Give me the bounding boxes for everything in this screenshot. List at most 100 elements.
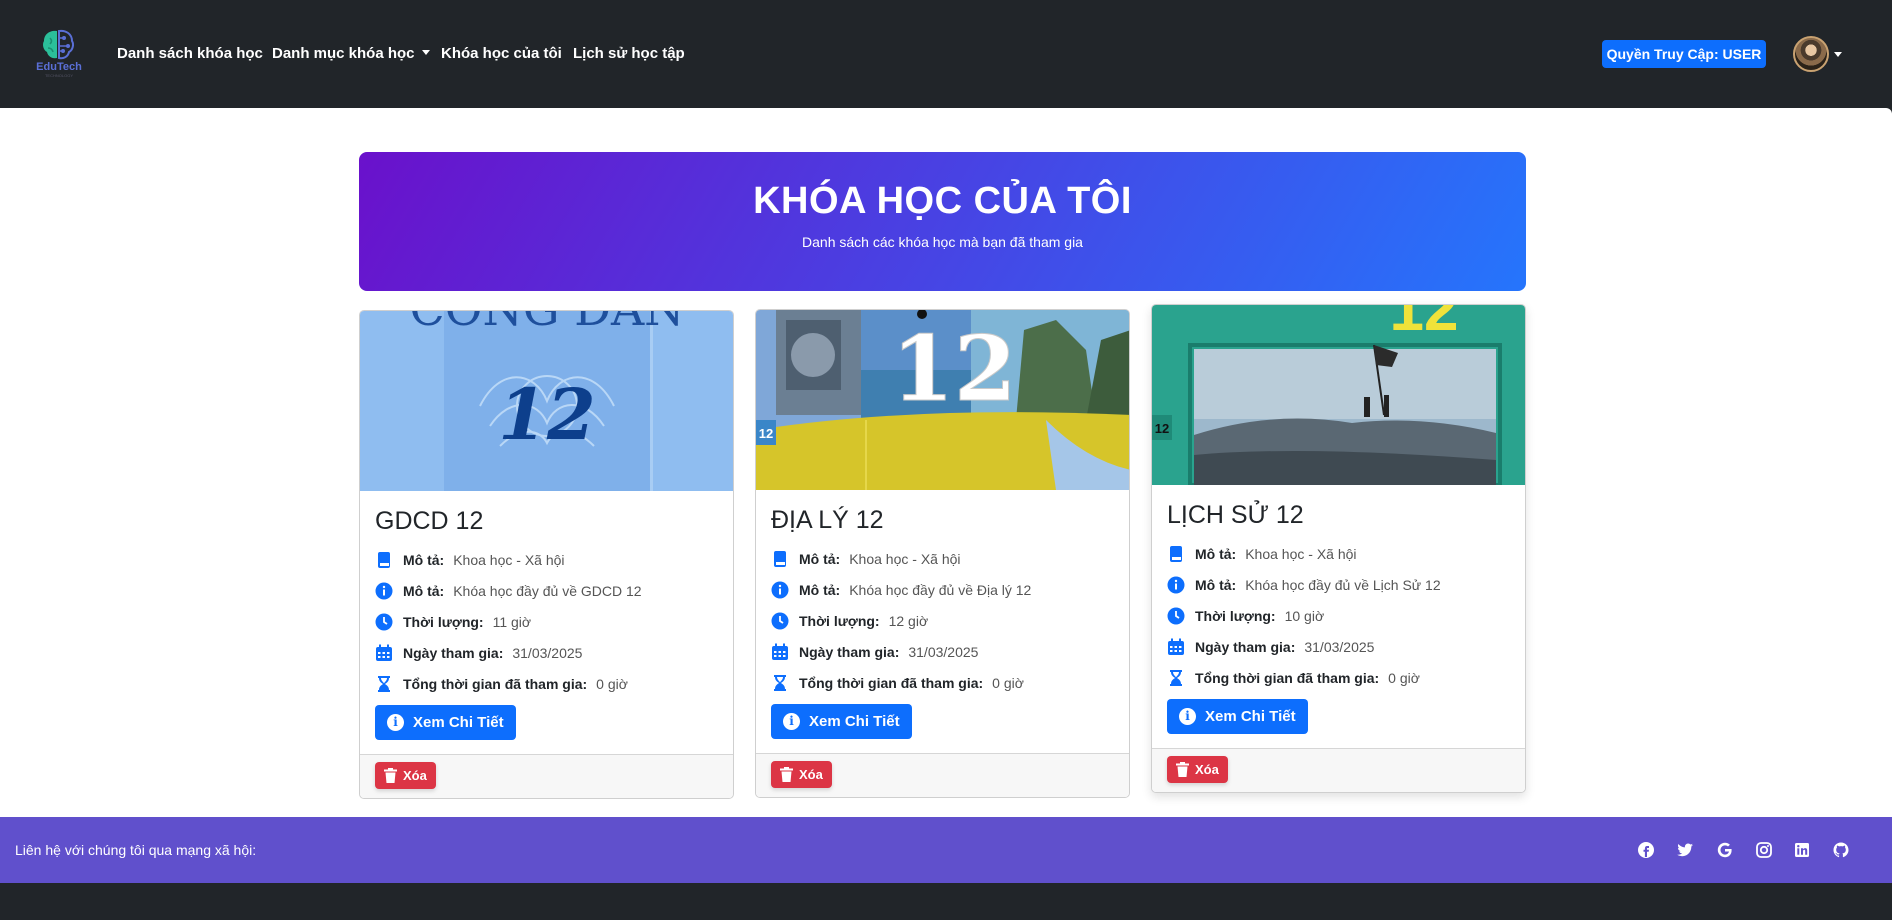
brand-name: EduTech: [36, 61, 82, 73]
nav-category-dropdown[interactable]: Danh mục khóa học: [272, 45, 430, 62]
card-body: LỊCH SỬ 12 Mô tả: Khoa học - Xã hội Mô tả…: [1152, 485, 1525, 748]
join-date-label: Ngày tham gia:: [403, 644, 504, 661]
course-join-date: 31/03/2025: [512, 644, 583, 661]
description-label: Mô tả:: [403, 551, 445, 568]
clock-icon: [771, 612, 789, 629]
trash-icon: [384, 768, 397, 783]
clock-icon: [1167, 607, 1185, 624]
trash-icon: [780, 767, 793, 782]
description-label: Mô tả:: [1195, 545, 1237, 562]
course-total-time: 0 giờ: [596, 675, 628, 692]
nav-my-courses-label: Khóa học của tôi: [441, 45, 562, 62]
calendar-icon: [772, 643, 788, 660]
delete-button[interactable]: Xóa: [771, 761, 832, 788]
course-duration-row: Thời lượng: 11 giờ: [375, 606, 718, 637]
instagram-icon[interactable]: [1755, 841, 1773, 859]
course-total-time-row: Tổng thời gian đã tham gia: 0 giờ: [375, 668, 718, 699]
info-icon: i: [783, 713, 800, 730]
github-icon[interactable]: [1832, 841, 1850, 859]
view-detail-label: Xem Chi Tiết: [809, 713, 900, 730]
linkedin-icon[interactable]: [1793, 841, 1811, 859]
cover-side-number: 12: [759, 426, 773, 441]
course-category: Khoa học - Xã hội: [1245, 545, 1357, 562]
avatar[interactable]: [1793, 36, 1829, 72]
course-description: Khóa học đầy đủ về Lịch Sử 12: [1245, 576, 1441, 593]
course-description: Khóa học đầy đủ về GDCD 12: [453, 582, 642, 599]
delete-button[interactable]: Xóa: [1167, 756, 1228, 783]
contact-text: Liên hệ với chúng tôi qua mạng xã hội:: [15, 842, 257, 858]
view-detail-button[interactable]: i Xem Chi Tiết: [375, 705, 516, 740]
card-footer: Xóa: [756, 753, 1129, 797]
course-join-date: 31/03/2025: [908, 643, 979, 660]
total-time-label: Tổng thời gian đã tham gia:: [799, 674, 984, 691]
gdcd-cover-illustration: CÔNG DÂN 12: [360, 311, 733, 491]
chevron-down-icon: [421, 49, 430, 55]
description-label: Mô tả:: [799, 581, 841, 598]
nav-category-label: Danh mục khóa học: [272, 45, 415, 62]
duration-label: Thời lượng:: [1195, 607, 1276, 624]
view-detail-label: Xem Chi Tiết: [413, 714, 504, 731]
course-title: GDCD 12: [375, 507, 484, 535]
course-duration-row: Thời lượng: 12 giờ: [771, 605, 1114, 636]
info-circle-icon: [771, 581, 789, 598]
info-icon: i: [1179, 708, 1196, 725]
cover-title: CÔNG DÂN: [410, 311, 685, 336]
role-badge: Quyền Truy Cập: USER: [1602, 40, 1766, 68]
clock-icon: [375, 613, 393, 630]
card-footer: Xóa: [1152, 748, 1525, 792]
course-description-row: Mô tả: Khóa học đầy đủ về Địa lý 12: [771, 574, 1114, 605]
page-subtitle: Danh sách các khóa học mà bạn đã tham gi…: [802, 234, 1083, 250]
page: EduTech TECHNOLOGY Danh sách khóa học Da…: [0, 0, 1892, 920]
nav-learning-history[interactable]: Lịch sử học tập: [573, 45, 685, 62]
course-total-time-row: Tổng thời gian đã tham gia: 0 giờ: [1167, 662, 1510, 693]
delete-label: Xóa: [403, 768, 427, 783]
delete-label: Xóa: [799, 767, 823, 782]
card-footer: Xóa: [360, 754, 733, 798]
course-cover-image[interactable]: 12 12: [1152, 305, 1525, 485]
course-category-row: Mô tả: Khoa học - Xã hội: [1167, 538, 1510, 569]
nav-my-courses[interactable]: Khóa học của tôi: [441, 45, 562, 62]
google-icon[interactable]: [1716, 841, 1734, 859]
brand-logo[interactable]: EduTech TECHNOLOGY: [34, 28, 84, 78]
delete-label: Xóa: [1195, 762, 1219, 777]
navbar: EduTech TECHNOLOGY Danh sách khóa học Da…: [0, 0, 1892, 108]
info-circle-icon: [1167, 576, 1185, 593]
delete-button[interactable]: Xóa: [375, 762, 436, 789]
course-card: 12 12 ĐỊA LÝ 12 Mô tả: Khoa học - Xã hội …: [755, 309, 1130, 798]
hourglass-icon: [774, 674, 786, 691]
description-label: Mô tả:: [799, 550, 841, 567]
course-total-time: 0 giờ: [1388, 669, 1420, 686]
calendar-icon: [1168, 638, 1184, 655]
nav-learning-history-label: Lịch sử học tập: [573, 45, 685, 62]
course-description: Khóa học đầy đủ về Địa lý 12: [849, 581, 1032, 598]
course-category-row: Mô tả: Khoa học - Xã hội: [771, 543, 1114, 574]
course-description-row: Mô tả: Khóa học đầy đủ về GDCD 12: [375, 575, 718, 606]
course-duration: 10 giờ: [1284, 607, 1325, 624]
facebook-icon[interactable]: [1637, 841, 1655, 859]
course-description-row: Mô tả: Khóa học đầy đủ về Lịch Sử 12: [1167, 569, 1510, 600]
cover-number: 12: [498, 373, 595, 456]
cover-side-number: 12: [1155, 421, 1169, 436]
join-date-label: Ngày tham gia:: [799, 643, 900, 660]
nav-course-list[interactable]: Danh sách khóa học: [117, 45, 263, 62]
chevron-down-icon[interactable]: [1834, 52, 1842, 57]
dialy-cover-illustration: 12 12: [756, 310, 1129, 490]
footer: Liên hệ với chúng tôi qua mạng xã hội:: [0, 817, 1892, 883]
total-time-label: Tổng thời gian đã tham gia:: [403, 675, 588, 692]
hero-banner: KHÓA HỌC CỦA TÔI Danh sách các khóa học …: [359, 152, 1526, 291]
duration-label: Thời lượng:: [403, 613, 484, 630]
course-cover-image[interactable]: CÔNG DÂN 12: [360, 311, 733, 491]
course-cover-image[interactable]: 12 12: [756, 310, 1129, 490]
book-icon: [378, 551, 390, 568]
course-join-date: 31/03/2025: [1304, 638, 1375, 655]
description-label: Mô tả:: [1195, 576, 1237, 593]
twitter-icon[interactable]: [1676, 841, 1694, 859]
view-detail-button[interactable]: i Xem Chi Tiết: [1167, 699, 1308, 734]
course-duration: 12 giờ: [888, 612, 929, 629]
course-total-time: 0 giờ: [992, 674, 1024, 691]
view-detail-button[interactable]: i Xem Chi Tiết: [771, 704, 912, 739]
course-card: CÔNG DÂN 12 GDCD 12 Mô tả: Khoa học - Xã …: [359, 310, 734, 799]
info-circle-icon: [375, 582, 393, 599]
page-title: KHÓA HỌC CỦA TÔI: [753, 180, 1132, 222]
book-icon: [1170, 545, 1182, 562]
